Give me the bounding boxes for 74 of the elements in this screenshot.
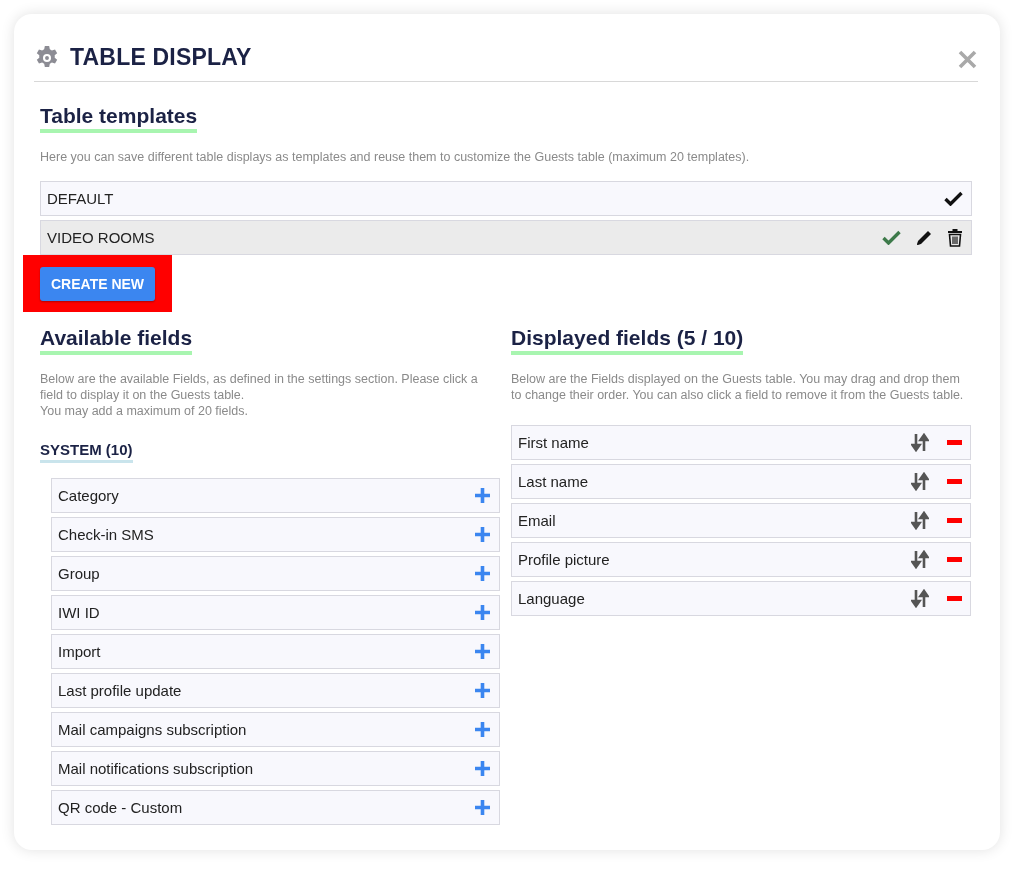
field-name: IWI ID [58, 604, 101, 621]
template-name: VIDEO ROOMS [47, 229, 156, 246]
create-new-button[interactable]: CREATE NEW [40, 267, 156, 301]
pencil-icon [915, 228, 933, 247]
displayed-field-row[interactable]: Language [511, 581, 971, 616]
sort-arrows-icon [911, 472, 929, 491]
close-button[interactable] [956, 48, 978, 71]
checkmark-icon [944, 191, 963, 206]
sort-arrows-icon [911, 550, 929, 569]
plus-icon [474, 487, 491, 504]
field-name: Group [58, 565, 101, 582]
section-heading: Available fields [40, 326, 193, 355]
section-description: Here you can save different table displays as templates and reuse them to customize the Guests table (maximum 20 templates). [40, 149, 751, 165]
field-name: Import [58, 643, 102, 660]
displayed-field-row[interactable]: Email [511, 503, 971, 538]
close-icon [957, 50, 977, 69]
remove-button[interactable] [947, 479, 962, 484]
plus-icon [474, 682, 491, 699]
template-name: DEFAULT [47, 190, 115, 207]
remove-button[interactable] [947, 518, 962, 523]
field-name: Check-in SMS [58, 526, 155, 543]
available-field-row[interactable]: IWI ID [51, 595, 500, 630]
minus-icon [947, 479, 962, 484]
available-field-row[interactable]: QR code - Custom [51, 790, 500, 825]
available-field-row[interactable]: Mail campaigns subscription [51, 712, 500, 747]
sort-arrows-icon [911, 511, 929, 530]
field-name: Last name [518, 473, 590, 490]
section-description: Below are the available Fields, as defined in the settings section. Please click a field to display it on the Guests table. You may add a maximum of 20 fields. [40, 371, 479, 419]
field-name: Category [58, 487, 120, 504]
plus-icon [474, 643, 491, 660]
section-heading: Displayed fields (5 / 10) [511, 326, 744, 355]
remove-button[interactable] [947, 596, 962, 601]
available-field-row[interactable]: Check-in SMS [51, 517, 500, 552]
minus-icon [947, 440, 962, 445]
section-description: Below are the Fields displayed on the Guests table. You may drag and drop them to change their order. You can also click a field to remove it from the Guests table. [511, 371, 965, 403]
section-heading: Table templates [40, 104, 198, 133]
minus-icon [947, 518, 962, 523]
template-row[interactable]: VIDEO ROOMS [40, 220, 972, 255]
trash-icon [947, 228, 963, 247]
available-field-row[interactable]: Import [51, 634, 500, 669]
minus-icon [947, 596, 962, 601]
dialog-title: TABLE DISPLAY [70, 44, 253, 71]
displayed-field-row[interactable]: Last name [511, 464, 971, 499]
checkmark-icon [882, 230, 901, 245]
remove-button[interactable] [947, 557, 962, 562]
delete-button[interactable] [947, 228, 963, 247]
displayed-field-row[interactable]: Profile picture [511, 542, 971, 577]
available-field-row[interactable]: Group [51, 556, 500, 591]
plus-icon [474, 526, 491, 543]
available-field-row[interactable]: Category [51, 478, 500, 513]
remove-button[interactable] [947, 440, 962, 445]
group-title: SYSTEM (10) [40, 441, 133, 463]
apply-button[interactable] [882, 230, 901, 245]
minus-icon [947, 557, 962, 562]
available-field-row[interactable]: Mail notifications subscription [51, 751, 500, 786]
available-field-row[interactable]: Last profile update [51, 673, 500, 708]
plus-icon [474, 799, 491, 816]
plus-icon [474, 565, 491, 582]
plus-icon [474, 721, 491, 738]
field-name: Last profile update [58, 682, 183, 699]
edit-button[interactable] [915, 228, 933, 247]
field-name: Email [518, 512, 557, 529]
sort-arrows-icon [911, 589, 929, 608]
field-name: Mail campaigns subscription [58, 721, 248, 738]
field-name: Mail notifications subscription [58, 760, 255, 777]
sort-arrows-icon [911, 433, 929, 452]
field-name: Profile picture [518, 551, 611, 568]
plus-icon [474, 760, 491, 777]
displayed-field-row[interactable]: First name [511, 425, 971, 460]
field-name: QR code - Custom [58, 799, 184, 816]
template-row[interactable]: DEFAULT [40, 181, 972, 216]
field-name: Language [518, 590, 586, 607]
field-name: First name [518, 434, 590, 451]
plus-icon [474, 604, 491, 621]
